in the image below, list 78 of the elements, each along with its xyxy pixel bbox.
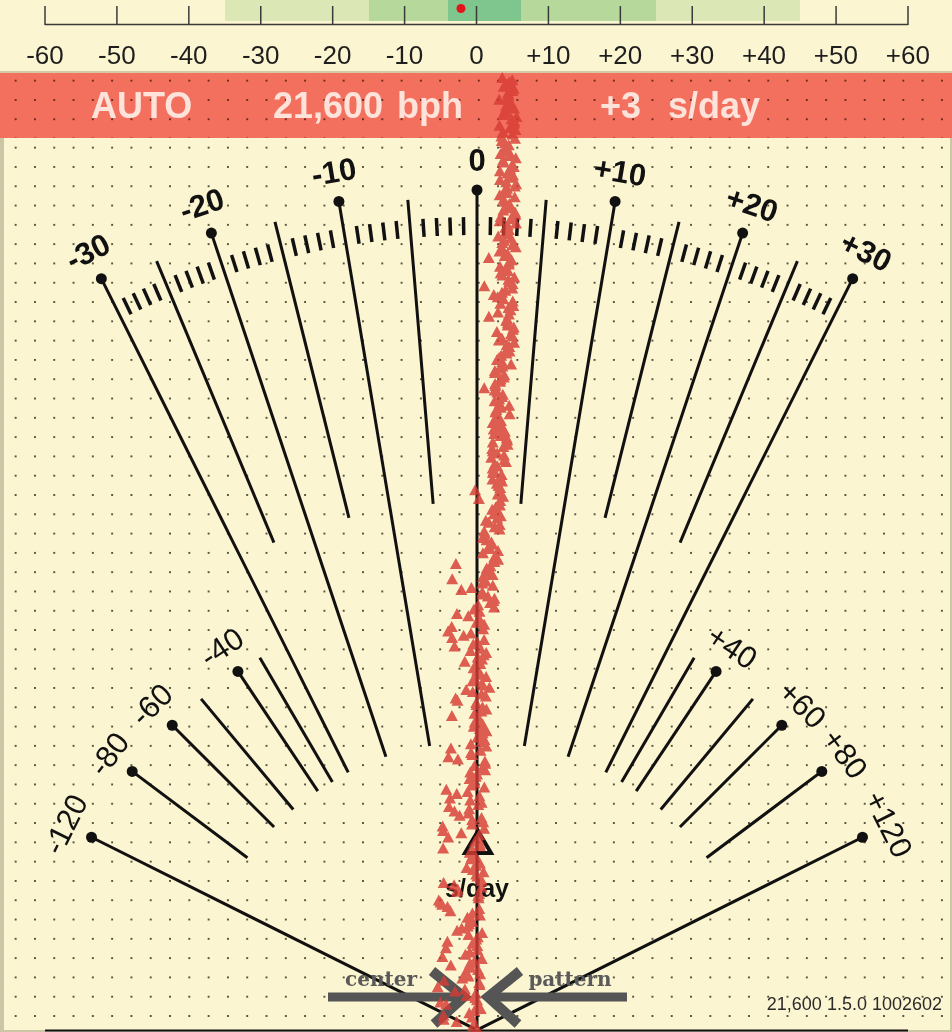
scale-tick [253, 247, 262, 266]
scale-tick [567, 222, 573, 241]
scale-tick [703, 250, 713, 270]
scale-tick [328, 230, 336, 249]
scale-label: +40 [700, 618, 764, 677]
scale-tick [354, 225, 361, 245]
scale-tick [141, 287, 153, 306]
scale-tick [265, 244, 274, 263]
scale-tick [394, 220, 400, 240]
scale-tick [715, 254, 725, 273]
scale-tick [770, 274, 781, 293]
scale-tick [554, 220, 560, 240]
scale-label: +40 [741, 41, 787, 68]
beat-rate-value: 21,600 [273, 87, 384, 124]
scale-label: -30 [241, 41, 280, 68]
triangle-icon [461, 827, 495, 855]
scale-label: +10 [591, 150, 649, 194]
scale-label: -50 [98, 41, 136, 68]
scale-tick [448, 217, 453, 236]
scale-label: -10 [385, 41, 424, 68]
scale-tick [488, 217, 493, 236]
scale-tick [229, 254, 239, 273]
scale-tick [528, 218, 533, 237]
scale-tick [759, 270, 770, 289]
scale-tick [367, 223, 374, 243]
scale-tick [184, 270, 195, 289]
scale-label: +50 [813, 41, 858, 68]
rate-unit: s/day [668, 87, 761, 124]
scale-tick [290, 237, 299, 257]
scale-tick [821, 297, 833, 315]
scale-label: +20 [598, 41, 643, 68]
scale-label: -20 [313, 41, 352, 68]
scale-tick [801, 287, 813, 306]
scale-label: +10 [526, 41, 571, 68]
scale-tick [303, 235, 311, 254]
scale-tick [643, 235, 651, 254]
scale-label: -40 [169, 41, 208, 68]
scale-tick [593, 225, 600, 245]
scale-tick [631, 232, 639, 251]
beat-rate-unit: bph [397, 87, 464, 124]
scale-label: +20 [721, 179, 783, 230]
scale-label: +120 [857, 785, 920, 864]
scale-tick [461, 217, 466, 236]
scale-label: -30 [60, 226, 116, 278]
scale-tick [241, 250, 251, 270]
scale-tick [152, 283, 163, 302]
scale-tick [737, 262, 748, 281]
scale-tick [315, 232, 323, 251]
scale-label: +60 [885, 41, 930, 68]
mode-label: AUTO [91, 84, 193, 126]
scale-label: -20 [175, 180, 229, 229]
scale-tick [811, 292, 823, 311]
version-label: 21,600 1.5.0 1002602 [766, 995, 942, 1013]
scale-tick [434, 217, 440, 237]
scale-tick [131, 292, 143, 311]
scale-tick [692, 247, 701, 266]
scale-tick [381, 222, 387, 241]
rate-value: +3 [600, 87, 642, 124]
scale-label: -60 [26, 41, 64, 68]
scale-label: -40 [193, 620, 251, 675]
scale-label: -120 [36, 788, 96, 860]
scale-label: 0 [469, 41, 484, 68]
scale-tick [655, 237, 664, 257]
scale-tick [121, 297, 133, 315]
scale-tick [421, 218, 426, 237]
scale-tick [680, 244, 689, 263]
scale-tick [618, 230, 626, 249]
scale-tick [580, 223, 587, 243]
scale-label: 0 [468, 142, 486, 178]
scale-label: +30 [834, 224, 898, 280]
scale-tick [173, 274, 184, 293]
scale-tick [206, 262, 217, 281]
scale-label: -10 [309, 150, 359, 193]
scale-tick [514, 217, 520, 237]
scale-tick [749, 266, 759, 285]
scale-tick [791, 283, 802, 302]
scale-tick [195, 266, 205, 285]
scale-label: +30 [670, 41, 715, 68]
